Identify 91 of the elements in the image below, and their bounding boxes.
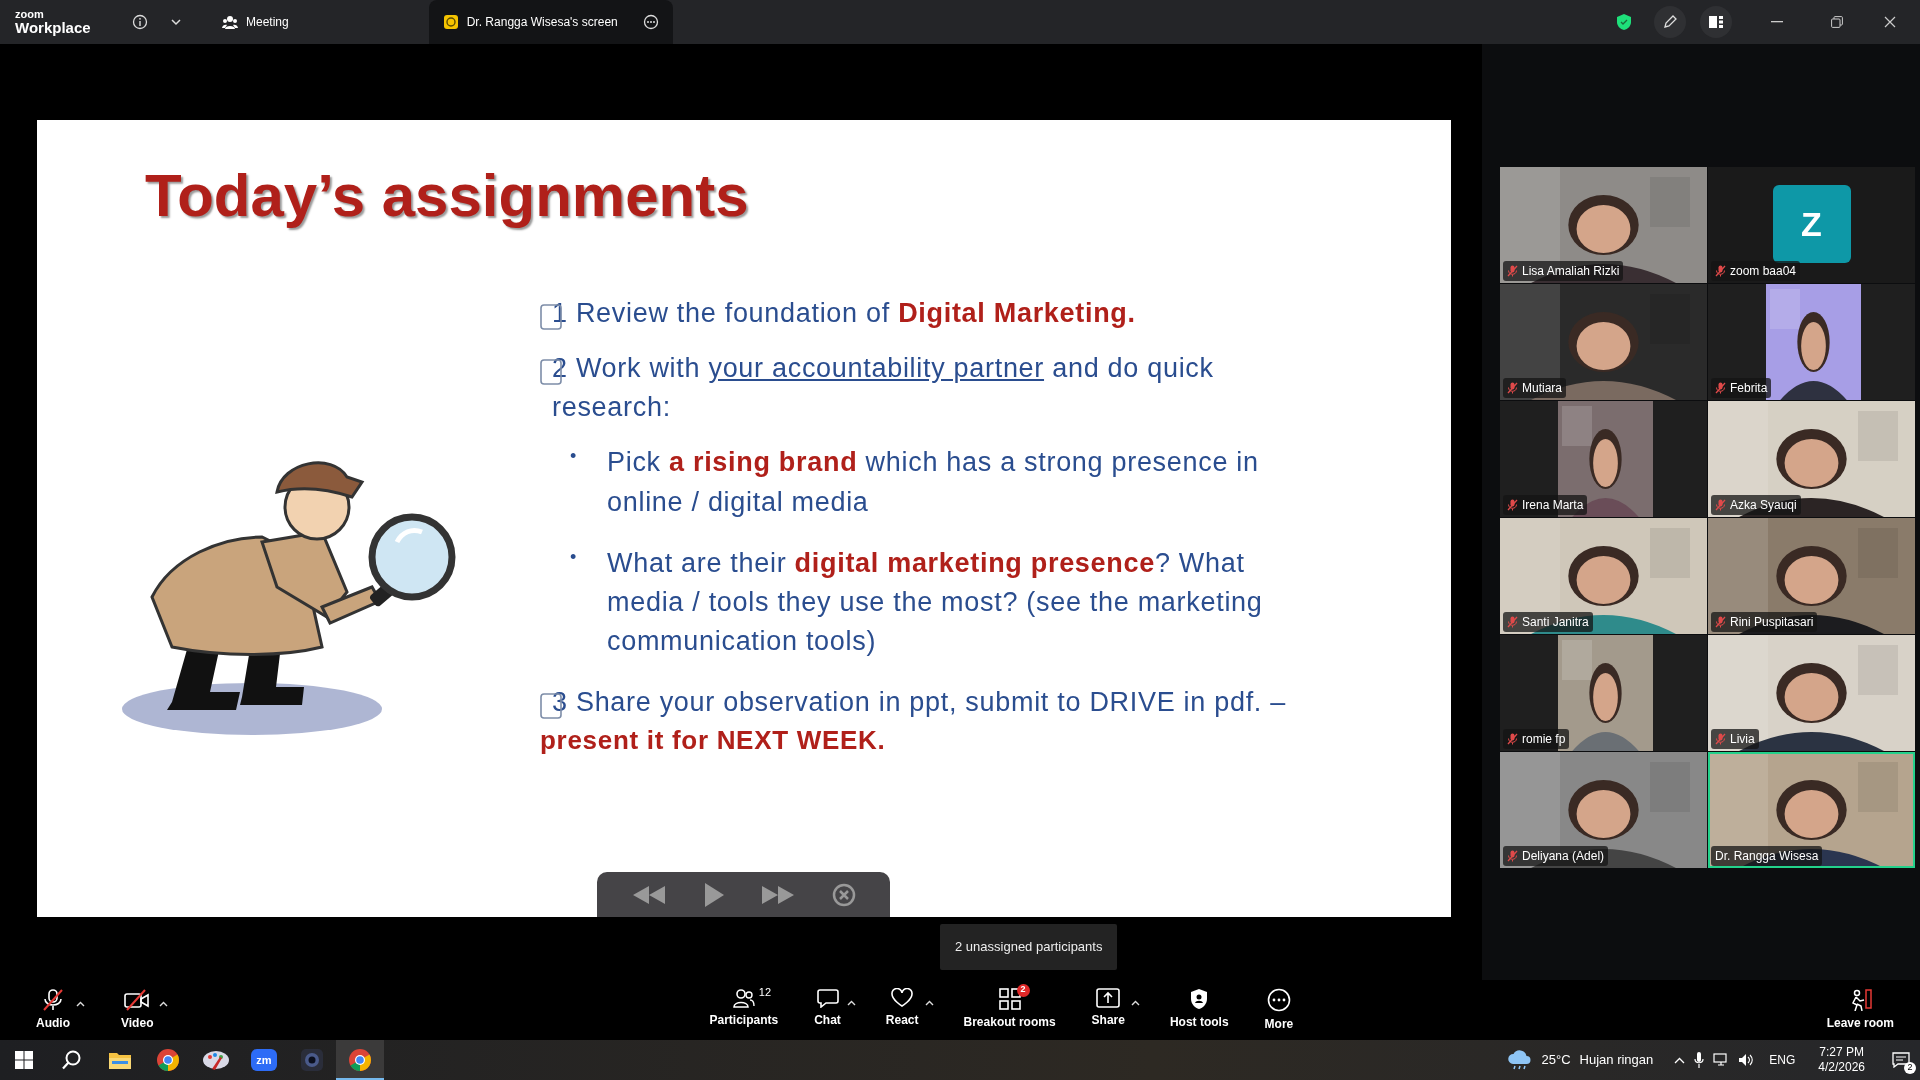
chat-button[interactable]: Chat (808, 987, 847, 1033)
logo-text: zoom (15, 9, 45, 20)
microphone-icon[interactable] (41, 988, 65, 1011)
leave-button[interactable]: Leave room (1820, 988, 1900, 1032)
shield-check-icon (1616, 13, 1632, 31)
message-icon (1892, 1052, 1910, 1068)
restore-icon[interactable] (1831, 16, 1843, 28)
participant-name: Deliyana (Adel) (1522, 848, 1605, 865)
meeting-tab[interactable]: Meeting (222, 13, 289, 31)
task-text: 3 Share your observation in ppt, submit to DRIVE in pdf. – (552, 687, 1286, 718)
partner-link[interactable]: your accountability partner (708, 353, 1045, 384)
notification-count: 2 (1904, 1062, 1916, 1074)
caret-up-icon (1130, 999, 1140, 1006)
host-button[interactable]: Host tools (1163, 987, 1235, 1033)
search-icon (62, 1050, 82, 1070)
layout-icon[interactable] (1708, 15, 1724, 29)
participant-name: zoom baa04 (1730, 263, 1797, 280)
zoom-app-icon: zm (251, 1049, 277, 1071)
chevron-down-icon[interactable] (170, 18, 182, 26)
react-button[interactable]: React (879, 987, 925, 1033)
bullet-text: What are their digital marketing presence? What media / tools they use the most? (see the marketing communication tools) (607, 546, 1264, 658)
share-button[interactable]: Share (1085, 987, 1131, 1033)
microphone-icon (1694, 1052, 1705, 1068)
close-icon[interactable] (1884, 16, 1896, 28)
minimize-icon[interactable] (1771, 21, 1783, 23)
people-icon (222, 15, 238, 29)
task-text: 1 Review the foundation of Digital Marketing. (552, 298, 1136, 328)
pencil-icon[interactable] (1662, 14, 1678, 30)
participant-name: Livia (1730, 731, 1755, 748)
bullet-marker: • (570, 445, 577, 469)
grid-icon[interactable] (998, 987, 1021, 1010)
windows-icon (15, 1051, 33, 1069)
camera-icon[interactable] (124, 988, 151, 1011)
taskbar-app[interactable] (336, 1040, 384, 1080)
participant-name: Irena Marta (1522, 497, 1584, 514)
audio-button[interactable]: Audio (30, 988, 76, 1032)
caret-icon[interactable] (1130, 999, 1140, 1006)
chrome-icon (156, 1048, 180, 1072)
logo-text: Workplace (15, 20, 92, 35)
shield-icon[interactable] (1189, 987, 1210, 1010)
chat-icon[interactable] (816, 987, 839, 1008)
chevron-up-icon[interactable] (1674, 1056, 1686, 1064)
participant-name: romie fp (1522, 731, 1566, 748)
play-icon[interactable] (702, 881, 725, 908)
screen-share-icon (442, 14, 459, 30)
caret-up-icon (76, 1000, 85, 1007)
language-indicator[interactable]: ENG (1769, 1051, 1796, 1069)
notification-button[interactable]: 2 (1890, 1049, 1912, 1071)
tooltip: 2 unassigned participants (940, 924, 1118, 970)
taskbar-app[interactable]: zm (240, 1040, 288, 1080)
chrome-icon (348, 1048, 372, 1072)
participant-name: Lisa Amaliah Rizki (1522, 263, 1620, 280)
folder-icon (108, 1050, 132, 1070)
cloud-rain-icon (1506, 1050, 1533, 1070)
temperature: 25°C (1541, 1051, 1571, 1070)
participant-name: Rini Puspitasari (1730, 614, 1814, 631)
participants-button[interactable]: 12 Participants (703, 987, 785, 1033)
caret-icon[interactable] (846, 999, 856, 1006)
bullet-text: Pick a rising brand which has a strong presence in online / digital media (607, 446, 1260, 519)
network-icon (1713, 1053, 1730, 1067)
caret-icon[interactable] (159, 1000, 169, 1007)
caret-up-icon (846, 999, 856, 1006)
weather-text: Hujan ringan (1579, 1051, 1654, 1070)
caret-icon[interactable] (76, 1000, 85, 1007)
participant-name: Mutiara (1522, 380, 1562, 397)
participant-name: Azka Syauqi (1730, 497, 1797, 514)
info-icon[interactable] (132, 14, 148, 30)
participant-name: Dr. Rangga Wisesa (1715, 848, 1819, 865)
deadline-text: present it for NEXT WEEK. (540, 724, 886, 758)
participant-count: 12 (758, 984, 772, 1000)
caret-up-icon (924, 999, 934, 1006)
clock-date: 4/2/2026 (1818, 1060, 1865, 1075)
clock-time: 7:27 PM (1818, 1045, 1865, 1060)
video-button[interactable]: Video (115, 988, 160, 1032)
people-icon[interactable] (732, 987, 755, 1008)
camera-app-icon (300, 1048, 324, 1072)
avatar-initial: Z (1772, 185, 1851, 263)
participant-name: Santi Janitra (1522, 614, 1589, 631)
task-text: 2 Work with your accountability partner and do quick research: (552, 353, 1214, 423)
notification-badge: 2 (1016, 983, 1030, 997)
caret-icon[interactable] (924, 999, 934, 1006)
more-icon[interactable] (642, 14, 659, 30)
more-button[interactable]: More (1258, 987, 1300, 1033)
caret-up-icon (159, 1000, 169, 1007)
speaker-icon (1738, 1053, 1755, 1067)
bullet-marker: • (570, 545, 577, 569)
participant-name: Febrita (1730, 380, 1768, 397)
share-screen-icon[interactable] (1096, 987, 1121, 1008)
palette-icon (202, 1049, 230, 1071)
slide-title: Today’s assignments (145, 161, 749, 231)
heart-icon[interactable] (891, 987, 914, 1008)
